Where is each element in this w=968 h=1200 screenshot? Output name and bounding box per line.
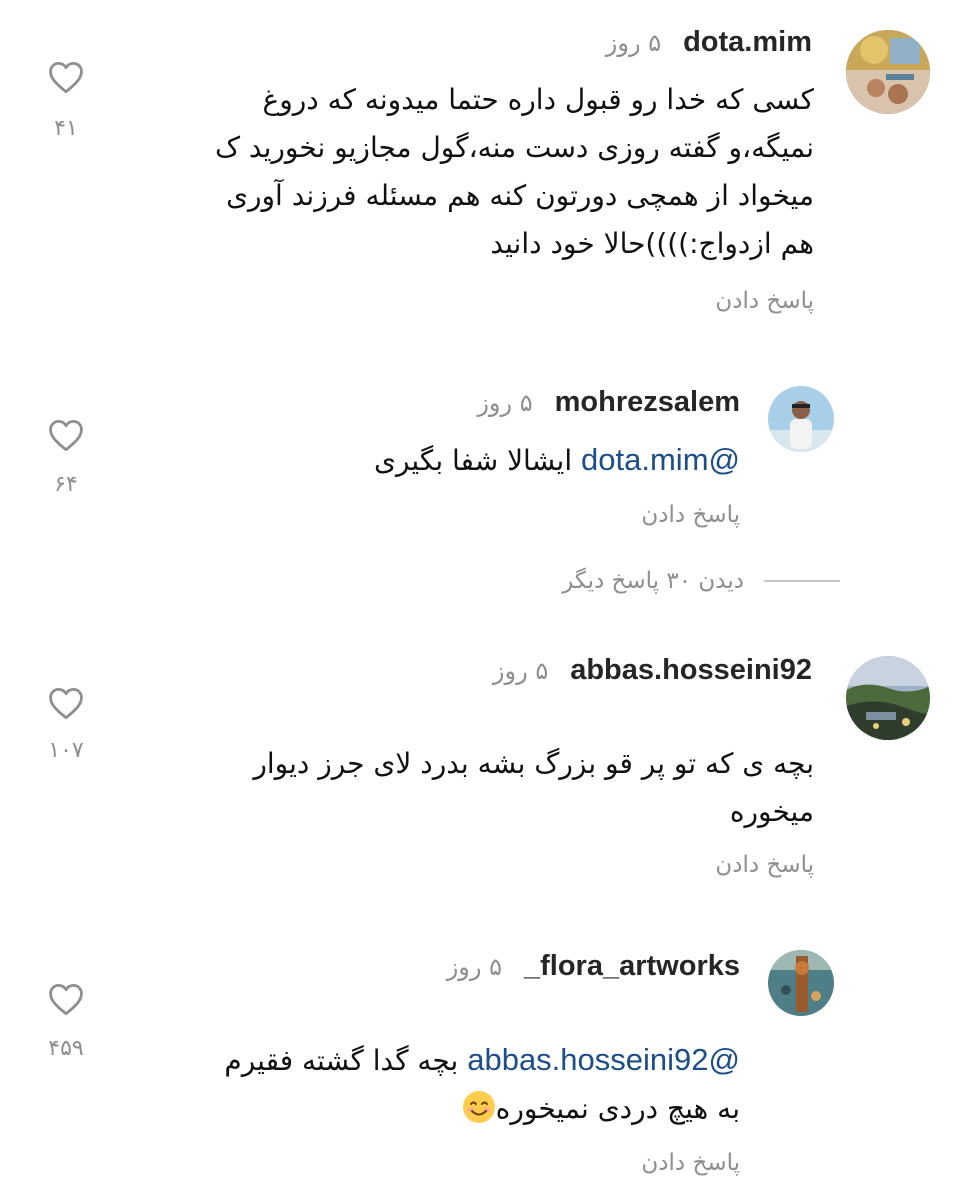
avatar[interactable]: [846, 30, 930, 114]
comment-text: @abbas.hosseini92 بچه گدا گشته فقیرم به …: [224, 1036, 740, 1133]
like-count: ۴۵۹: [48, 1036, 84, 1061]
comment-text-line: کسی که خدا رو قبول داره حتما میدونه که د…: [262, 83, 814, 116]
like-count: ۴۱: [54, 116, 78, 141]
reply-button[interactable]: پاسخ دادن: [715, 288, 814, 314]
heart-outline-icon: [49, 420, 83, 452]
mention-link[interactable]: @dota.mim: [581, 442, 740, 477]
comment-username[interactable]: mohrezsalem: [555, 386, 740, 419]
like-button[interactable]: [46, 418, 86, 452]
comment-text-content: بچه گدا گشته فقیرم: [224, 1044, 459, 1077]
comment-text: کسی که خدا رو قبول داره حتما میدونه که د…: [215, 76, 814, 268]
view-more-replies-button[interactable]: دیدن ۳۰ پاسخ دیگر: [562, 568, 840, 594]
view-replies-label: دیدن ۳۰ پاسخ دیگر: [562, 568, 744, 594]
comment-1: ۵ روز dota.mim کسی که خدا رو قبول داره ح…: [0, 0, 968, 340]
comment-username[interactable]: dota.mim: [683, 26, 812, 59]
like-button[interactable]: [46, 60, 86, 94]
comment-text-line: میخواد از همچی دورتون کنه هم مسئله فرزند…: [226, 179, 814, 212]
comment-text: @dota.mim ایشالا شفا بگیری: [374, 436, 740, 485]
heart-outline-icon: [49, 62, 83, 94]
reply-button[interactable]: پاسخ دادن: [641, 502, 740, 528]
like-button[interactable]: [46, 982, 86, 1016]
comment-text-line: میخوره: [729, 795, 814, 828]
avatar[interactable]: [768, 386, 834, 452]
heart-outline-icon: [49, 688, 83, 720]
comment-text-line: به هیچ دردی نمیخوره: [495, 1092, 740, 1125]
comment-text-content: ایشالا شفا بگیری: [374, 444, 573, 477]
comment-text-line: نمیگه،و گفته روزی دست منه،گول مجازیو نخو…: [214, 131, 814, 164]
reply-button[interactable]: پاسخ دادن: [641, 1150, 740, 1176]
smiling-face-emoji: [462, 1090, 496, 1124]
heart-outline-icon: [49, 984, 83, 1016]
comment-text-line: هم ازدواج:))))حالا خود دانید: [490, 227, 814, 260]
avatar[interactable]: [846, 656, 930, 740]
comment-time: ۵ روز: [605, 29, 662, 57]
comment-username[interactable]: _flora_artworks: [524, 950, 740, 983]
reply-button[interactable]: پاسخ دادن: [715, 852, 814, 878]
comment-text-line: بچه ی که تو پر قو بزرگ بشه بدرد لای جرز …: [253, 747, 814, 780]
comment-time: ۵ روز: [446, 953, 502, 981]
avatar[interactable]: [768, 950, 834, 1016]
divider: [764, 580, 840, 582]
comment-time: ۵ روز: [477, 389, 533, 417]
like-count: ۶۴: [54, 472, 78, 497]
comment-text: بچه ی که تو پر قو بزرگ بشه بدرد لای جرز …: [253, 740, 814, 836]
like-button[interactable]: [46, 686, 86, 720]
comment-time: ۵ روز: [492, 657, 549, 685]
mention-link[interactable]: @abbas.hosseini92: [467, 1042, 740, 1077]
like-count: ۱۰۷: [48, 738, 84, 763]
comment-username[interactable]: abbas.hosseini92: [570, 654, 812, 687]
